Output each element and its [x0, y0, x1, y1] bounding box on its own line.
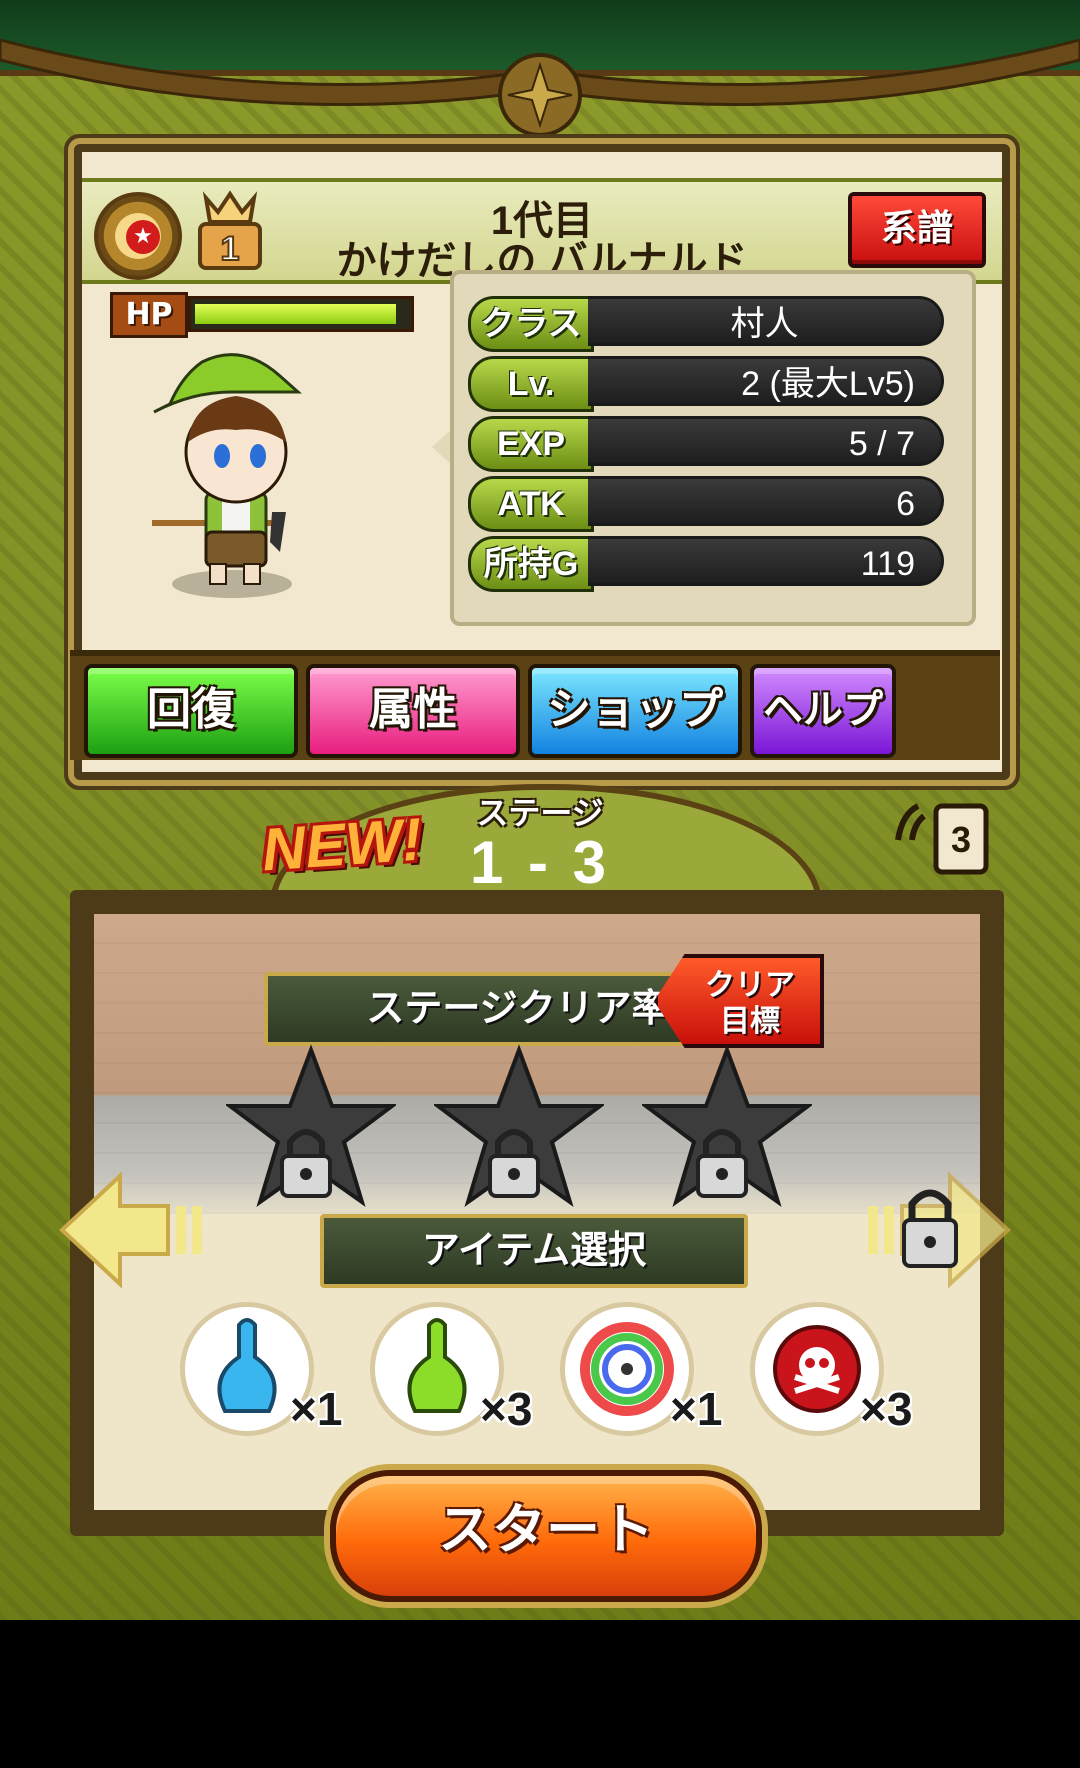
stat-row: EXP 5 / 7 [468, 416, 952, 472]
item-slot[interactable]: ×1 [560, 1302, 750, 1442]
character-sprite[interactable] [152, 352, 352, 612]
stat-key: ATK [468, 476, 594, 532]
locked-star-icon [642, 1044, 812, 1207]
item-slot[interactable]: ×3 [750, 1302, 940, 1442]
hp-gauge: HP [110, 292, 414, 338]
stat-value: 119 [588, 536, 944, 586]
next-stage-locked-arrow-icon[interactable] [862, 1170, 1012, 1290]
item-slot[interactable]: ×1 [180, 1302, 370, 1442]
start-button[interactable]: スタート [330, 1470, 762, 1602]
attribute-button[interactable]: 属性 [306, 664, 520, 758]
character-header: ★ 1 1代目 かけだしの バルナルド 系譜 [82, 178, 1002, 284]
shop-button[interactable]: ショップ [528, 664, 742, 758]
action-button-row: 回復 属性 ショップ ヘルプ [70, 650, 1000, 760]
top-ornament [0, 38, 1080, 137]
clear-target-line2: 目標 [720, 1004, 780, 1039]
stat-value: 5 / 7 [588, 416, 944, 466]
sound-toggle-icon[interactable]: 3 [888, 800, 994, 880]
stat-key: クラス [468, 296, 594, 352]
locked-star-icon [226, 1044, 396, 1207]
locked-star-icon [434, 1044, 604, 1207]
item-count: ×3 [480, 1383, 533, 1435]
help-button[interactable]: ヘルプ [750, 664, 896, 758]
item-count: ×3 [860, 1383, 913, 1435]
hp-fill [195, 304, 396, 324]
heal-button[interactable]: 回復 [84, 664, 298, 758]
item-select-ribbon: アイテム選択 [320, 1214, 748, 1288]
stat-value: 6 [588, 476, 944, 526]
clear-target-line1: クリア [705, 968, 795, 1003]
lineage-button[interactable]: 系譜 [848, 192, 986, 268]
item-slot[interactable]: ×3 [370, 1302, 560, 1442]
stat-key: 所持G [468, 536, 594, 592]
hp-label: HP [110, 292, 188, 338]
sound-level: 3 [951, 819, 971, 860]
game-screen: ★ 1 1代目 かけだしの バルナルド 系譜 HP クラス 村人 Lv. 2 (… [0, 0, 1080, 1620]
item-count: ×1 [290, 1383, 343, 1435]
stats-panel: クラス 村人 Lv. 2 (最大Lv5) EXP 5 / 7 ATK 6 所持G 119 [450, 270, 976, 626]
hp-bar [188, 296, 414, 332]
stat-value: 村人 [588, 296, 944, 346]
stat-value: 2 (最大Lv5) [588, 356, 944, 406]
prev-stage-arrow-icon[interactable] [58, 1170, 208, 1290]
stat-row: ATK 6 [468, 476, 952, 532]
stat-row: クラス 村人 [468, 296, 952, 352]
stat-key: Lv. [468, 356, 594, 412]
new-badge: NEW! [259, 805, 425, 884]
item-count: ×1 [670, 1383, 723, 1435]
stat-row: Lv. 2 (最大Lv5) [468, 356, 952, 412]
stage-inner: ステージクリア率 クリア 目標 アイテム選択 ×1 ×3 ×1 ×3 [94, 914, 980, 1510]
clear-target-badge[interactable]: クリア 目標 [654, 954, 824, 1048]
stat-key: EXP [468, 416, 594, 472]
stat-row: 所持G 119 [468, 536, 952, 592]
